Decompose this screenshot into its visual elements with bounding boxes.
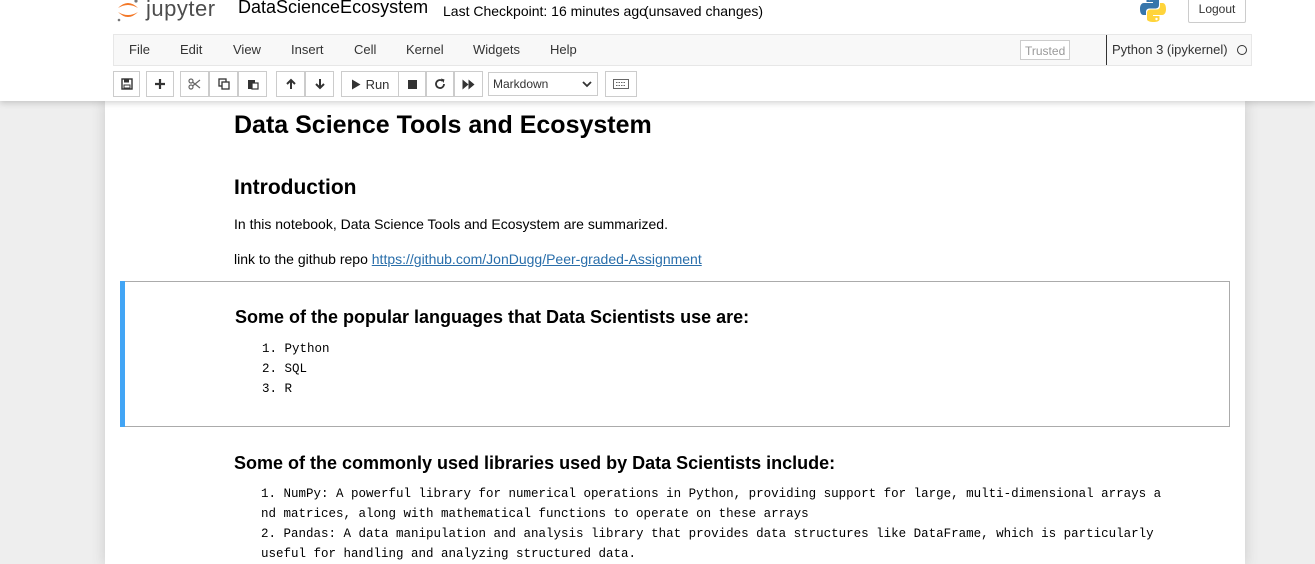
notebook-area[interactable]: Data Science Tools and Ecosystem Introdu… — [0, 101, 1315, 564]
cell-type-value: Markdown — [493, 77, 549, 91]
logo-wordmark: jupyter — [146, 0, 216, 21]
header-bar: jupyter DataScienceEcosystem Last Checkp… — [0, 0, 1315, 34]
run-button[interactable]: Run — [341, 71, 399, 97]
languages-heading: Some of the popular languages that Data … — [235, 307, 750, 327]
repo-paragraph: link to the github repo https://github.c… — [234, 251, 702, 267]
save-icon — [120, 78, 133, 90]
libraries-list: 1. NumPy: A powerful library for numeric… — [261, 484, 1161, 564]
command-palette-button[interactable] — [605, 71, 637, 97]
stop-icon — [407, 79, 417, 89]
menubar: File Edit View Insert Cell Kernel Widget… — [113, 34, 1252, 66]
insert-cell-button[interactable] — [146, 71, 174, 97]
kernel-idle-icon — [1237, 45, 1247, 55]
scissors-icon — [188, 78, 201, 90]
introduction-heading: Introduction — [234, 176, 357, 199]
move-down-button[interactable] — [305, 71, 334, 97]
arrow-up-icon — [285, 78, 296, 89]
menu-insert[interactable]: Insert — [291, 35, 324, 65]
list-item: useful for handling and analyzing struct… — [261, 547, 637, 561]
kernel-name: Python 3 (ipykernel) — [1106, 35, 1228, 65]
interrupt-button[interactable] — [398, 71, 426, 97]
keyboard-icon — [613, 79, 629, 89]
menu-kernel[interactable]: Kernel — [406, 35, 444, 65]
jupyter-logo[interactable]: jupyter — [116, 0, 216, 26]
menu-file[interactable]: File — [129, 35, 150, 65]
libraries-heading: Some of the commonly used libraries used… — [234, 453, 836, 473]
cut-button[interactable] — [180, 71, 209, 97]
list-item: 1. Python — [262, 342, 330, 356]
menu-edit[interactable]: Edit — [180, 35, 202, 65]
copy-button[interactable] — [209, 71, 238, 97]
checkpoint-status: Last Checkpoint: 16 minutes ago — [443, 3, 647, 19]
paste-button[interactable] — [238, 71, 267, 97]
selected-cell-indicator — [120, 281, 125, 427]
play-icon — [351, 79, 361, 89]
languages-list: 1. Python 2. SQL 3. R — [262, 339, 330, 399]
paste-icon — [247, 80, 259, 90]
run-label: Run — [365, 76, 390, 92]
cell-type-select[interactable]: Markdown — [488, 72, 598, 96]
move-up-button[interactable] — [276, 71, 305, 97]
chevron-down-icon — [582, 81, 592, 88]
menu-widgets[interactable]: Widgets — [473, 35, 520, 65]
copy-icon — [217, 78, 230, 90]
toolbar: Run Markdown — [113, 71, 1252, 97]
repo-prefix: link to the github repo — [234, 251, 368, 267]
jupyter-logo-icon — [116, 0, 140, 22]
notebook-name[interactable]: DataScienceEcosystem — [238, 0, 428, 18]
logout-button[interactable]: Logout — [1188, 0, 1246, 23]
menu-cell[interactable]: Cell — [354, 35, 376, 65]
trusted-indicator[interactable]: Trusted — [1020, 40, 1071, 60]
menu-view[interactable]: View — [233, 35, 261, 65]
list-item: 3. R — [262, 382, 293, 396]
intro-paragraph: In this notebook, Data Science Tools and… — [234, 216, 668, 232]
notebook-header: jupyter DataScienceEcosystem Last Checkp… — [0, 0, 1315, 101]
save-button[interactable] — [113, 71, 140, 97]
plus-icon — [155, 79, 165, 89]
restart-run-all-button[interactable] — [454, 71, 483, 97]
notebook-page: Data Science Tools and Ecosystem Introdu… — [105, 101, 1245, 564]
repo-link[interactable]: https://github.com/JonDugg/Peer-graded-A… — [372, 251, 702, 267]
python-logo-icon — [1138, 0, 1168, 24]
autosave-status: (unsaved changes) — [644, 3, 764, 19]
refresh-icon — [435, 78, 445, 89]
arrow-down-icon — [314, 79, 325, 90]
notebook-title-heading: Data Science Tools and Ecosystem — [234, 111, 652, 139]
restart-button[interactable] — [426, 71, 454, 97]
menu-help[interactable]: Help — [550, 35, 577, 65]
list-item: nd matrices, along with mathematical fun… — [261, 507, 809, 521]
selected-markdown-cell[interactable]: Some of the popular languages that Data … — [120, 281, 1230, 427]
list-item: 2. Pandas: A data manipulation and analy… — [261, 527, 1154, 541]
list-item: 1. NumPy: A powerful library for numeric… — [261, 487, 1162, 501]
fast-forward-icon — [462, 79, 475, 89]
list-item: 2. SQL — [262, 362, 308, 376]
